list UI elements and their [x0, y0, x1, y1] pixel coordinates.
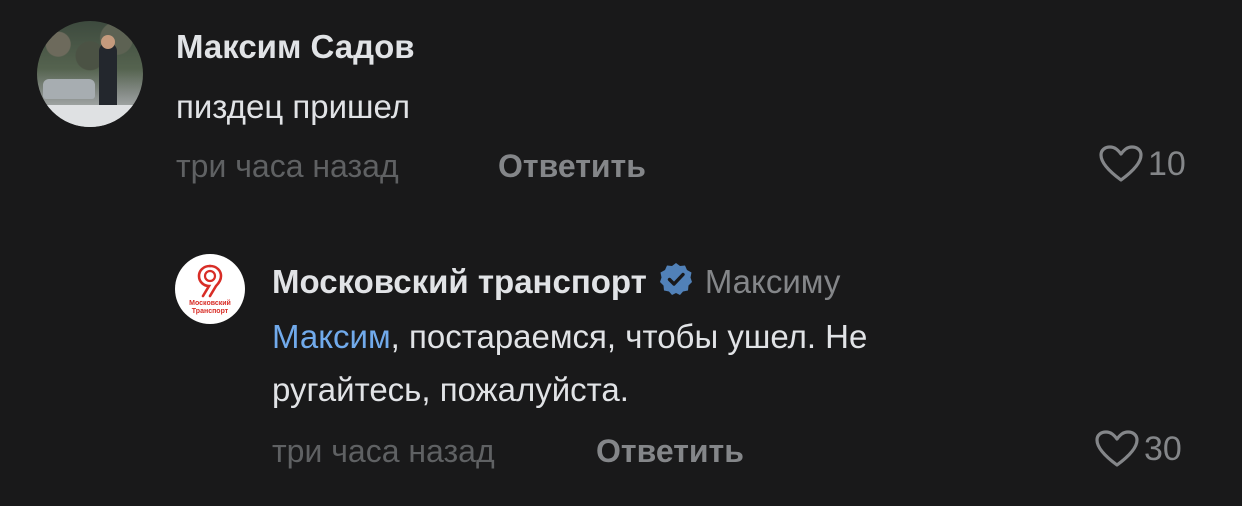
like-count: 10	[1148, 144, 1186, 183]
heart-icon	[1099, 145, 1143, 182]
reply-button[interactable]: Ответить	[498, 148, 646, 185]
like-button[interactable]: 10	[1098, 144, 1186, 184]
comment-author[interactable]: Максим Садов	[176, 28, 415, 66]
logo-text: Московский	[189, 300, 231, 307]
logo-text: Транспорт	[191, 308, 229, 315]
comment-time[interactable]: три часа назад	[176, 148, 399, 185]
comment-text: Максим, постараемся, чтобы ушел. Не	[272, 318, 867, 356]
comment-time[interactable]: три часа назад	[272, 433, 495, 470]
mention-link[interactable]: Максим	[272, 318, 391, 355]
avatar[interactable]	[37, 21, 143, 127]
comment-text-rest: , постараемся, чтобы ушел. Не	[390, 318, 868, 355]
like-count: 30	[1144, 429, 1182, 468]
avatar[interactable]: Московский Транспорт	[175, 254, 245, 324]
reply-button[interactable]: Ответить	[596, 433, 744, 470]
reply-to-user[interactable]: Максиму	[705, 263, 841, 300]
comment-author[interactable]: Московский транспорт	[272, 263, 647, 300]
heart-icon	[1095, 430, 1139, 467]
comment-text: пиздец пришел	[176, 88, 411, 125]
comments-thread: Максим Садов пиздец пришел три часа наза…	[0, 0, 1242, 506]
comment-text-line: ругайтесь, пожалуйста.	[272, 371, 629, 408]
mostrans-logo-icon	[197, 264, 223, 298]
like-button[interactable]: 30	[1094, 429, 1182, 469]
comment-author-row: Московский транспорт Максиму	[272, 262, 840, 304]
verified-icon	[659, 262, 693, 304]
